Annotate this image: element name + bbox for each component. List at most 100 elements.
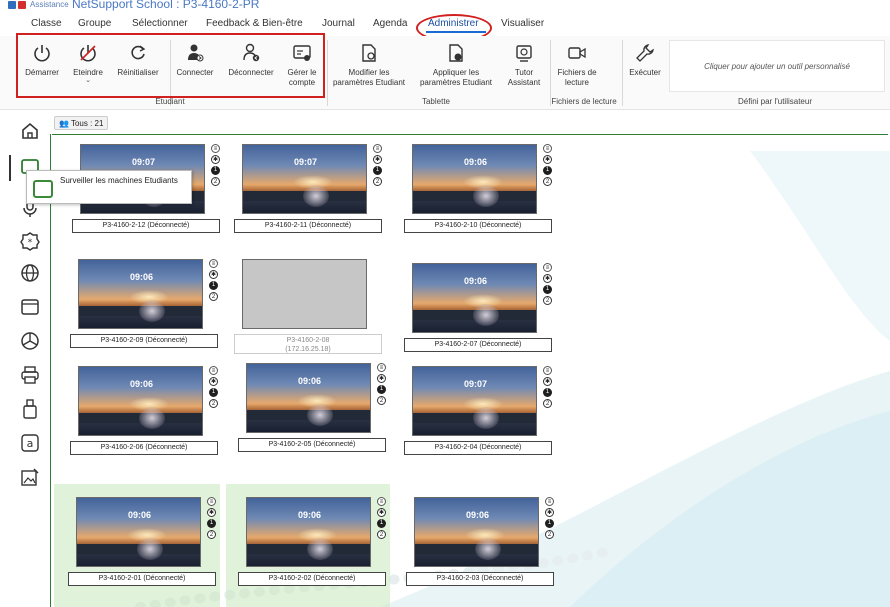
monitor-icon [33, 180, 53, 198]
modifier-parametres-button[interactable]: Modifier les paramètres Etudiant [330, 41, 408, 88]
menu-icon[interactable]: ≡ [543, 263, 552, 272]
appliquer-parametres-button[interactable]: Appliquer les paramètres Etudiant [416, 41, 496, 88]
one-badge-icon: 1 [543, 285, 552, 294]
two-badge-icon: 2 [543, 296, 552, 305]
status-icons: ≡ ✱ 1 2 [545, 497, 555, 541]
thumbnail-clock: 09:06 [463, 157, 488, 167]
student-tile[interactable]: 09:06 ≡ ✱ 1 2 P3-4160-2-02 (Déconnecté) [238, 497, 406, 607]
student-tile[interactable]: 09:06 ≡ ✱ 1 2 P3-4160-2-05 (Déconnecté) [238, 363, 406, 473]
image-edit-icon[interactable] [18, 465, 42, 489]
menu-icon[interactable]: ≡ [373, 144, 382, 153]
student-tile[interactable]: P3-4160-2-08 (172.16.25.18) [234, 259, 402, 369]
title-bar: Assistance NetSupport School : P3-4160-2… [0, 0, 890, 11]
status-icons: ≡ ✱ 1 2 [377, 497, 387, 541]
menu-icon[interactable]: ≡ [377, 363, 386, 372]
screen-thumbnail[interactable]: 09:06 [76, 497, 201, 567]
menu-visualiser[interactable]: Visualiser [501, 18, 544, 29]
menu-icon[interactable]: ≡ [207, 497, 216, 506]
one-badge-icon: 1 [211, 166, 220, 175]
thumbnail-clock: 09:06 [465, 510, 490, 520]
tutor-icon [514, 41, 534, 65]
menu-icon[interactable]: ≡ [545, 497, 554, 506]
screen-thumbnail[interactable]: 09:06 [414, 497, 539, 567]
screen-thumbnail[interactable]: 09:06 [78, 259, 203, 329]
tutor-label-2: Assistant [507, 78, 541, 87]
menu-agenda[interactable]: Agenda [373, 18, 407, 29]
screen-thumbnail[interactable]: 09:06 [246, 497, 371, 567]
group-label-tablette: Tablette [421, 97, 451, 106]
student-tile[interactable]: 09:07 ≡ ✱ 1 2 P3-4160-2-04 (Déconnecté) [404, 366, 572, 476]
modifier-label-2: paramètres Etudiant [332, 78, 406, 87]
menu-groupe[interactable]: Groupe [78, 18, 111, 29]
filter-all-chip[interactable]: 👥 Tous : 21 [54, 116, 109, 130]
home-icon[interactable] [18, 119, 42, 143]
one-badge-icon: 1 [545, 519, 554, 528]
one-badge-icon: 1 [207, 519, 216, 528]
status-icons: ≡ ✱ 1 2 [209, 259, 219, 303]
executer-button[interactable]: Exécuter [624, 41, 666, 78]
assistance-icon[interactable] [18, 1, 26, 9]
student-name: P3-4160-2-11 (Déconnecté) [234, 219, 382, 233]
assistance-label[interactable]: Assistance [30, 0, 69, 9]
student-name: P3-4160-2-01 (Déconnecté) [68, 572, 216, 586]
menu-icon[interactable]: ≡ [209, 259, 218, 268]
two-badge-icon: 2 [207, 530, 216, 539]
screen-thumbnail[interactable]: 09:06 [412, 144, 537, 214]
pie-chart-icon[interactable] [18, 329, 42, 353]
student-tile[interactable]: 09:06 ≡ ✱ 1 2 P3-4160-2-10 (Déconnecté) [404, 144, 572, 254]
tutor-label-1: Tutor [514, 68, 534, 77]
menu-journal[interactable]: Journal [322, 18, 355, 29]
group-frame-top [52, 134, 888, 135]
thumbnail-clock: 09:06 [297, 510, 322, 520]
student-tile[interactable]: 09:06 ≡ ✱ 1 2 P3-4160-2-06 (Déconnecté) [70, 366, 238, 476]
badge-star-icon[interactable]: * [18, 229, 42, 253]
thumbnail-clock: 09:07 [131, 157, 156, 167]
star-badge-icon: ✱ [207, 508, 216, 517]
tutor-assistant-button[interactable]: Tutor Assistant [502, 41, 546, 88]
two-badge-icon: 2 [545, 530, 554, 539]
printer-icon[interactable] [18, 363, 42, 387]
student-tile[interactable]: 09:06 ≡ ✱ 1 2 P3-4160-2-01 (Déconnecté) [68, 497, 236, 607]
custom-tool-slot[interactable]: Cliquer pour ajouter un outil personnali… [669, 40, 885, 92]
screen-thumbnail[interactable]: 09:06 [246, 363, 371, 433]
menu-feedback[interactable]: Feedback & Bien-être [206, 18, 303, 29]
status-icons: ≡ ✱ 1 2 [373, 144, 383, 188]
student-ip: (172.16.25.18) [285, 346, 331, 353]
student-tile[interactable]: 09:06 ≡ ✱ 1 2 P3-4160-2-09 (Déconnecté) [70, 259, 238, 369]
window-icon[interactable] [18, 295, 42, 319]
text-a-icon[interactable]: a [18, 431, 42, 455]
screen-thumbnail[interactable]: 09:06 [78, 366, 203, 436]
star-badge-icon: ✱ [209, 377, 218, 386]
screen-thumbnail[interactable]: 09:06 [412, 263, 537, 333]
doc-settings-icon [359, 41, 379, 65]
menu-icon[interactable]: ≡ [211, 144, 220, 153]
screen-thumbnail-offline[interactable] [242, 259, 367, 329]
student-name: P3-4160-2-05 (Déconnecté) [238, 438, 386, 452]
appliquer-label-2: paramètres Etudiant [419, 78, 493, 87]
usb-device-icon[interactable] [18, 397, 42, 421]
ribbon-separator [622, 40, 623, 106]
two-badge-icon: 2 [209, 292, 218, 301]
thumbnail-clock: 09:06 [129, 272, 154, 282]
fichiers-lecture-button[interactable]: Fichiers de lecture [552, 41, 602, 88]
screen-thumbnail[interactable]: 09:07 [412, 366, 537, 436]
annotation-rectangle [16, 33, 325, 98]
screen-thumbnail[interactable]: 09:07 [242, 144, 367, 214]
star-badge-icon: ✱ [211, 155, 220, 164]
menu-classe[interactable]: Classe [31, 18, 62, 29]
status-icons: ≡ ✱ 1 2 [377, 363, 387, 407]
student-tile[interactable]: 09:06 ≡ ✱ 1 2 P3-4160-2-03 (Déconnecté) [406, 497, 574, 607]
menu-icon[interactable]: ≡ [543, 144, 552, 153]
one-badge-icon: 1 [543, 388, 552, 397]
star-badge-icon: ✱ [377, 508, 386, 517]
student-tile[interactable]: 09:06 ≡ ✱ 1 2 P3-4160-2-07 (Déconnecté) [404, 263, 572, 373]
menu-selectionner[interactable]: Sélectionner [132, 18, 188, 29]
student-tile[interactable]: 09:07 ≡ ✱ 1 2 P3-4160-2-11 (Déconnecté) [234, 144, 402, 254]
thumbnail-clock: 09:07 [293, 157, 318, 167]
menu-icon[interactable]: ≡ [209, 366, 218, 375]
student-name: P3-4160-2-09 (Déconnecté) [70, 334, 218, 348]
menu-icon[interactable]: ≡ [543, 366, 552, 375]
two-badge-icon: 2 [543, 399, 552, 408]
globe-icon[interactable] [18, 261, 42, 285]
menu-icon[interactable]: ≡ [377, 497, 386, 506]
